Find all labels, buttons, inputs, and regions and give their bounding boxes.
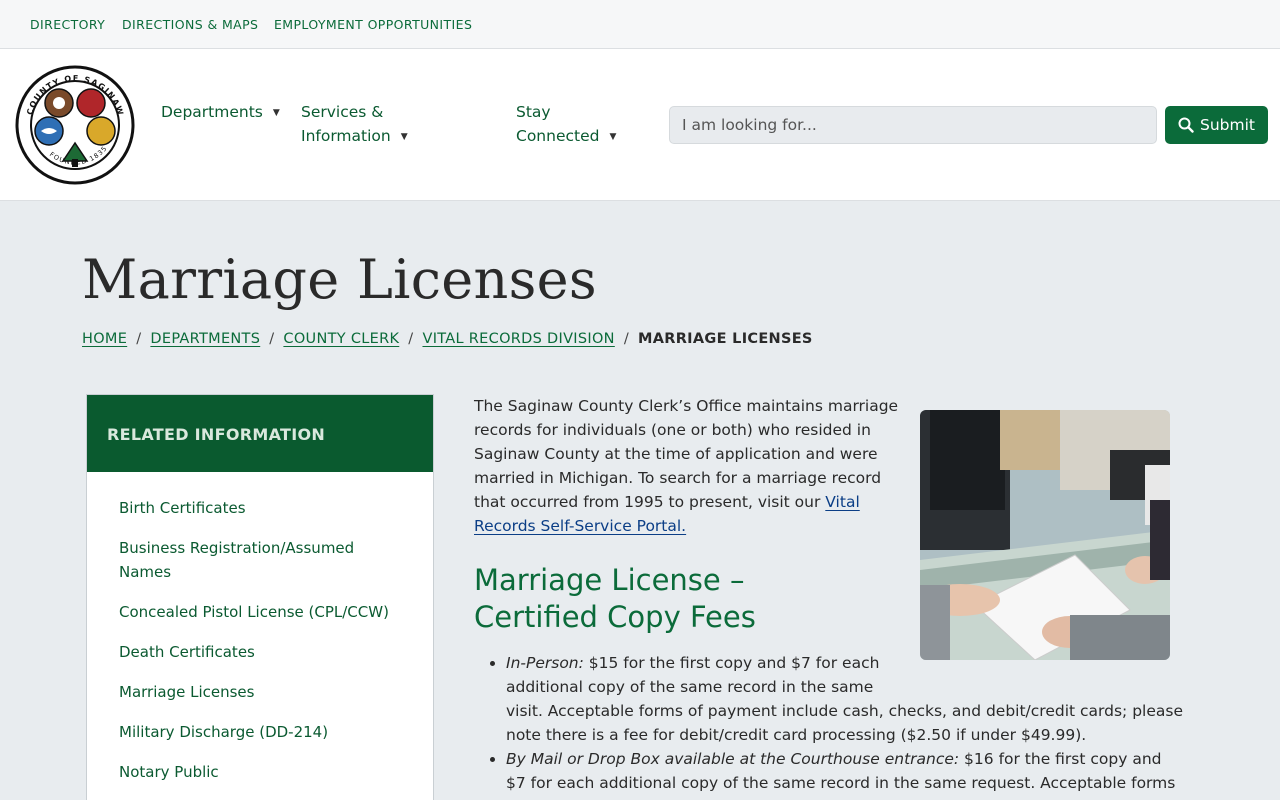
breadcrumb-home[interactable]: HOME (82, 331, 127, 347)
nav-stay-label-line2: Connected (516, 127, 600, 145)
breadcrumb-separator: / (623, 331, 629, 347)
utility-bar: DIRECTORY DIRECTIONS & MAPS EMPLOYMENT O… (0, 0, 1280, 49)
sidebar-item-birth-certificates[interactable]: Birth Certificates (119, 496, 389, 520)
utility-link-directory[interactable]: DIRECTORY (30, 17, 105, 32)
utility-link-directions[interactable]: DIRECTIONS & MAPS (122, 17, 258, 32)
breadcrumb-separator: / (269, 331, 275, 347)
nav-services-label-line1: Services & (301, 103, 384, 121)
fee-item-by-mail: By Mail or Drop Box available at the Cou… (506, 747, 1186, 800)
page-title: Marriage Licenses (82, 248, 597, 311)
submit-label: Submit (1200, 116, 1255, 134)
nav-services-information[interactable]: Services & Information ▼ (301, 100, 408, 149)
breadcrumb-separator: / (408, 331, 414, 347)
sidebar-item-business-registration[interactable]: Business Registration/Assumed Names (119, 536, 389, 584)
fee-text-continued: visit. Acceptable forms of payment inclu… (506, 702, 1183, 744)
nav-departments-label: Departments (161, 103, 263, 121)
fees-heading: Marriage License – Certified Copy Fees (474, 563, 756, 634)
related-information-sidebar: RELATED INFORMATION Birth Certificates B… (86, 394, 434, 800)
nav-services-label-line2: Information (301, 127, 391, 145)
sidebar-item-death-certificates[interactable]: Death Certificates (119, 640, 389, 664)
caret-down-icon: ▼ (609, 131, 617, 142)
site-header: COUNTY OF SAGINAW FOUNDED 1835 Departmen… (0, 49, 1280, 201)
breadcrumb-current: MARRIAGE LICENSES (638, 331, 813, 347)
nav-stay-connected[interactable]: Stay Connected ▼ (516, 100, 616, 149)
clerk-office-photo (920, 410, 1170, 660)
county-seal-logo[interactable]: COUNTY OF SAGINAW FOUNDED 1835 (15, 65, 135, 185)
sidebar-item-notary-public[interactable]: Notary Public (119, 760, 389, 784)
sidebar-heading: RELATED INFORMATION (87, 395, 433, 472)
intro-paragraph: The Saginaw County Clerk’s Office mainta… (474, 394, 904, 538)
search-icon (1178, 117, 1194, 133)
breadcrumb: HOME / DEPARTMENTS / COUNTY CLERK / VITA… (82, 331, 813, 347)
caret-down-icon: ▼ (272, 107, 280, 118)
fee-item-in-person: In-Person: $15 for the first copy and $7… (506, 651, 1186, 747)
breadcrumb-departments[interactable]: DEPARTMENTS (150, 331, 260, 347)
search-input[interactable] (669, 106, 1157, 144)
sidebar-item-marriage-licenses[interactable]: Marriage Licenses (119, 680, 389, 704)
fee-label: By Mail or Drop Box available at the Cou… (506, 750, 960, 768)
sidebar-list: Birth Certificates Business Registration… (87, 472, 433, 784)
breadcrumb-county-clerk[interactable]: COUNTY CLERK (283, 331, 399, 347)
breadcrumb-separator: / (136, 331, 142, 347)
fees-list: In-Person: $15 for the first copy and $7… (506, 651, 1186, 800)
breadcrumb-vital-records[interactable]: VITAL RECORDS DIVISION (422, 331, 614, 347)
submit-button[interactable]: Submit (1165, 106, 1268, 144)
utility-link-employment[interactable]: EMPLOYMENT OPPORTUNITIES (274, 17, 472, 32)
fee-label: In-Person: (506, 654, 584, 672)
nav-stay-label-line1: Stay (516, 103, 551, 121)
caret-down-icon: ▼ (400, 131, 408, 142)
sidebar-item-military-discharge[interactable]: Military Discharge (DD-214) (119, 720, 389, 744)
sidebar-item-concealed-pistol-license[interactable]: Concealed Pistol License (CPL/CCW) (119, 600, 389, 624)
nav-departments[interactable]: Departments ▼ (161, 100, 280, 125)
